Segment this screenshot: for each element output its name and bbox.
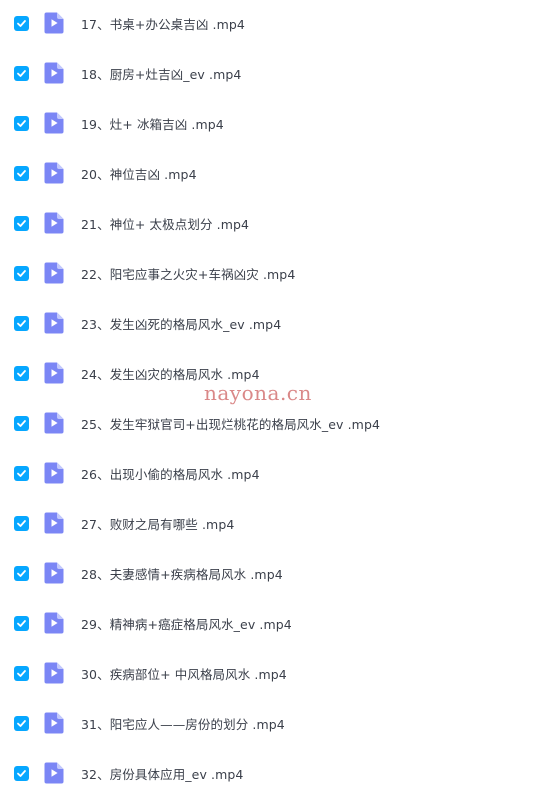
checkmark-icon	[17, 319, 26, 327]
video-file-icon	[44, 512, 64, 534]
file-row[interactable]: 19、灶+ 冰箱吉凶 .mp4	[0, 98, 547, 148]
file-name: 30、疾病部位+ 中风格局风水 .mp4	[81, 666, 287, 682]
file-name: 26、出现小偷的格局风水 .mp4	[81, 466, 260, 482]
file-name: 23、发生凶死的格局风水_ev .mp4	[81, 316, 282, 332]
file-name: 27、败财之局有哪些 .mp4	[81, 516, 235, 532]
checkmark-icon	[17, 569, 26, 577]
file-row[interactable]: 23、发生凶死的格局风水_ev .mp4	[0, 298, 547, 348]
video-file-icon	[44, 612, 64, 634]
video-file-icon	[44, 562, 64, 584]
file-checkbox[interactable]	[14, 265, 29, 281]
file-checkbox[interactable]	[14, 65, 29, 81]
file-checkbox[interactable]	[14, 765, 29, 781]
file-row[interactable]: 22、阳宅应事之火灾+车祸凶灾 .mp4	[0, 248, 547, 298]
video-file-icon	[44, 62, 64, 84]
file-row[interactable]: 18、厨房+灶吉凶_ev .mp4	[0, 48, 547, 98]
file-checkbox[interactable]	[14, 315, 29, 331]
file-checkbox[interactable]	[14, 465, 29, 481]
file-checkbox[interactable]	[14, 115, 29, 131]
file-name: 29、精神病+癌症格局风水_ev .mp4	[81, 616, 292, 632]
file-name: 21、神位+ 太极点划分 .mp4	[81, 216, 250, 232]
file-checkbox[interactable]	[14, 615, 29, 631]
file-name: 25、发生牢狱官司+出现烂桃花的格局风水_ev .mp4	[81, 416, 381, 432]
checkmark-icon	[17, 619, 26, 627]
file-row[interactable]: 28、夫妻感情+疾病格局风水 .mp4	[0, 548, 547, 598]
checkmark-icon	[17, 69, 26, 77]
file-name: 28、夫妻感情+疾病格局风水 .mp4	[81, 566, 283, 582]
video-file-icon	[44, 412, 64, 434]
file-checkbox[interactable]	[14, 665, 29, 681]
file-checkbox[interactable]	[14, 515, 29, 531]
file-checkbox[interactable]	[14, 215, 29, 231]
file-name: 20、神位吉凶 .mp4	[81, 166, 197, 182]
file-row[interactable]: 21、神位+ 太极点划分 .mp4	[0, 198, 547, 248]
checkmark-icon	[17, 769, 26, 777]
video-file-icon	[44, 762, 64, 784]
checkmark-icon	[17, 369, 26, 377]
checkmark-icon	[17, 19, 26, 27]
video-file-icon	[44, 162, 64, 184]
video-file-icon	[44, 462, 64, 484]
checkmark-icon	[17, 519, 26, 527]
file-row[interactable]: 29、精神病+癌症格局风水_ev .mp4	[0, 598, 547, 648]
video-file-icon	[44, 662, 64, 684]
checkmark-icon	[17, 269, 26, 277]
file-row[interactable]: 32、房份具体应用_ev .mp4	[0, 748, 547, 798]
file-name: 32、房份具体应用_ev .mp4	[81, 766, 244, 782]
file-row[interactable]: 31、阳宅应人——房份的划分 .mp4	[0, 698, 547, 748]
video-file-icon	[44, 12, 64, 34]
file-checkbox[interactable]	[14, 165, 29, 181]
checkmark-icon	[17, 669, 26, 677]
file-row[interactable]: 26、出现小偷的格局风水 .mp4	[0, 448, 547, 498]
file-checkbox[interactable]	[14, 715, 29, 731]
video-file-icon	[44, 712, 64, 734]
file-checkbox[interactable]	[14, 365, 29, 381]
file-name: 19、灶+ 冰箱吉凶 .mp4	[81, 116, 224, 132]
file-name: 18、厨房+灶吉凶_ev .mp4	[81, 66, 242, 82]
checkmark-icon	[17, 219, 26, 227]
checkmark-icon	[17, 469, 26, 477]
file-row[interactable]: 25、发生牢狱官司+出现烂桃花的格局风水_ev .mp4	[0, 398, 547, 448]
file-name: 31、阳宅应人——房份的划分 .mp4	[81, 716, 285, 732]
file-row[interactable]: 17、书桌+办公桌吉凶 .mp4	[0, 0, 547, 48]
checkmark-icon	[17, 119, 26, 127]
file-name: 22、阳宅应事之火灾+车祸凶灾 .mp4	[81, 266, 296, 282]
file-checkbox[interactable]	[14, 565, 29, 581]
file-row[interactable]: 30、疾病部位+ 中风格局风水 .mp4	[0, 648, 547, 698]
watermark: nayona.cn	[204, 381, 312, 405]
file-name: 24、发生凶灾的格局风水 .mp4	[81, 366, 260, 382]
video-file-icon	[44, 112, 64, 134]
checkmark-icon	[17, 419, 26, 427]
video-file-icon	[44, 312, 64, 334]
file-row[interactable]: 27、败财之局有哪些 .mp4	[0, 498, 547, 548]
file-row[interactable]: 20、神位吉凶 .mp4	[0, 148, 547, 198]
checkmark-icon	[17, 719, 26, 727]
video-file-icon	[44, 262, 64, 284]
file-checkbox[interactable]	[14, 415, 29, 431]
file-name: 17、书桌+办公桌吉凶 .mp4	[81, 16, 245, 32]
video-file-icon	[44, 362, 64, 384]
video-file-icon	[44, 212, 64, 234]
file-checkbox[interactable]	[14, 15, 29, 31]
checkmark-icon	[17, 169, 26, 177]
